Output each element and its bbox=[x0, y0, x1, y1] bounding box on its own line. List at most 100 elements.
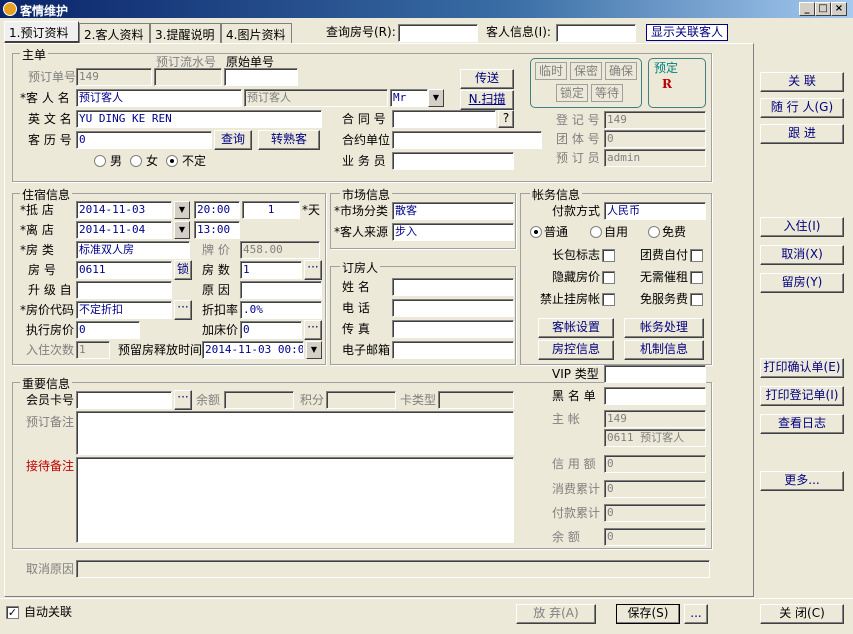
guest-account-button[interactable]: 客帐设置 bbox=[538, 318, 614, 338]
ban-posting-checkbox[interactable] bbox=[602, 293, 615, 306]
more-button[interactable]: 更多... bbox=[760, 471, 844, 491]
arrive-time-field[interactable]: 20:00 bbox=[194, 201, 240, 219]
rest-field: 0 bbox=[604, 528, 706, 546]
room-no-field[interactable]: 0611 bbox=[76, 261, 172, 279]
view-log-button[interactable]: 查看日志 bbox=[760, 414, 844, 434]
en-name-field[interactable]: YU DING KE REN bbox=[76, 110, 322, 128]
close-button[interactable]: 关 闭(C) bbox=[760, 604, 844, 624]
tab-guest[interactable]: 2.客人资料 bbox=[79, 23, 150, 43]
print-confirm-button[interactable]: 打印确认单(E) bbox=[760, 358, 844, 378]
member-more-button[interactable]: ··· bbox=[174, 390, 192, 410]
send-button[interactable]: 传送 bbox=[460, 69, 514, 89]
depart-date-dropdown-icon[interactable]: ▼ bbox=[174, 221, 190, 239]
company-field[interactable] bbox=[392, 131, 542, 149]
group-pay-checkbox[interactable] bbox=[690, 249, 703, 262]
tab-pictures[interactable]: 4.图片资料 bbox=[221, 23, 292, 43]
flag-guaranteed[interactable]: 确保 bbox=[605, 62, 637, 80]
tab-reminder[interactable]: 3.提醒说明 bbox=[150, 23, 221, 43]
tab-reservation[interactable]: 1.预订资料 bbox=[4, 21, 79, 44]
depart-date-field[interactable]: 2014-11-04 bbox=[76, 221, 172, 239]
companion-button[interactable]: 随 行 人(G) bbox=[760, 98, 844, 118]
female-radio[interactable] bbox=[130, 155, 142, 167]
rooms-more-button[interactable]: ··· bbox=[304, 260, 322, 280]
title-dropdown-icon[interactable]: ▼ bbox=[428, 89, 444, 107]
add-rate-more-button[interactable]: ··· bbox=[304, 320, 322, 340]
query-button[interactable]: 查询 bbox=[214, 130, 252, 150]
title-select[interactable]: Mr bbox=[390, 89, 428, 107]
important-group-label: 重要信息 bbox=[20, 375, 73, 392]
source-field[interactable]: 步入 bbox=[392, 223, 514, 241]
add-rate-field[interactable]: 0 bbox=[240, 321, 302, 339]
link-button[interactable]: 关 联 bbox=[760, 72, 844, 92]
guest-name-label: *客 人 名 bbox=[20, 91, 70, 105]
contract-field[interactable] bbox=[392, 110, 496, 128]
account-process-button[interactable]: 帐务处理 bbox=[624, 318, 704, 338]
booker-phone-field[interactable] bbox=[392, 299, 514, 317]
hidden-rate-checkbox[interactable] bbox=[602, 271, 615, 284]
contract-help-button[interactable]: ? bbox=[498, 110, 514, 128]
print-register-button[interactable]: 打印登记单(I) bbox=[760, 386, 844, 406]
resv-remark-field[interactable] bbox=[76, 411, 514, 455]
room-control-button[interactable]: 房控信息 bbox=[538, 340, 614, 360]
booker-fax-field[interactable] bbox=[392, 320, 514, 338]
follow-up-button[interactable]: 跟 进 bbox=[760, 124, 844, 144]
blacklist-field[interactable] bbox=[604, 387, 706, 405]
history-field[interactable]: 0 bbox=[76, 131, 212, 149]
room-query-input[interactable] bbox=[398, 24, 478, 42]
flag-locked[interactable]: 锁定 bbox=[556, 84, 588, 102]
release-dropdown-icon[interactable]: ▼ bbox=[306, 341, 322, 359]
long-stay-checkbox[interactable] bbox=[602, 249, 615, 262]
flag-waiting[interactable]: 等待 bbox=[591, 84, 623, 102]
vip-field[interactable] bbox=[604, 365, 706, 383]
release-field[interactable]: 2014-11-03 00:00 bbox=[202, 341, 304, 359]
guest-name-field[interactable]: 预订客人 bbox=[76, 89, 242, 107]
nights-field[interactable]: 1 bbox=[242, 201, 300, 219]
close-window-button[interactable]: × bbox=[831, 2, 847, 16]
cancel-button[interactable]: 取消(X) bbox=[760, 245, 844, 265]
discount-field[interactable]: .0% bbox=[240, 301, 322, 319]
save-button[interactable]: 保存(S) bbox=[616, 604, 680, 624]
rooms-field[interactable]: 1 bbox=[240, 261, 302, 279]
segment-field[interactable]: 散客 bbox=[392, 202, 514, 220]
free-radio[interactable] bbox=[648, 226, 660, 238]
self-use-radio[interactable] bbox=[590, 226, 602, 238]
no-service-checkbox[interactable] bbox=[690, 293, 703, 306]
lock-room-button[interactable]: 锁 bbox=[174, 260, 192, 280]
male-radio[interactable] bbox=[94, 155, 106, 167]
scan-button[interactable]: N.扫描 bbox=[460, 90, 514, 110]
rate-code-field[interactable]: 不定折扣 bbox=[76, 301, 172, 319]
booker-name-field[interactable] bbox=[392, 278, 514, 296]
depart-time-field[interactable]: 13:00 bbox=[194, 221, 240, 239]
auto-link-checkbox[interactable]: ✓ bbox=[6, 606, 19, 619]
guest-info-input[interactable] bbox=[556, 24, 636, 42]
sales-field[interactable] bbox=[392, 152, 514, 170]
member-field[interactable] bbox=[76, 391, 172, 409]
reason-field[interactable] bbox=[240, 281, 322, 299]
rate-code-more-button[interactable]: ··· bbox=[174, 300, 192, 320]
status-label: 预定 bbox=[654, 61, 679, 75]
room-type-field[interactable]: 标准双人房 bbox=[76, 241, 190, 259]
arrive-date-dropdown-icon[interactable]: ▼ bbox=[174, 201, 190, 219]
mechanism-button[interactable]: 机制信息 bbox=[624, 340, 704, 360]
arrive-date-field[interactable]: 2014-11-03 bbox=[76, 201, 172, 219]
maximize-button[interactable]: □ bbox=[815, 2, 831, 16]
orig-no-field[interactable] bbox=[224, 68, 298, 86]
no-charge-checkbox[interactable] bbox=[690, 271, 703, 284]
booker-phone-label: 电 话 bbox=[342, 301, 370, 315]
show-linked-button[interactable]: 显示关联客人 bbox=[646, 24, 728, 41]
reception-remark-field[interactable] bbox=[76, 457, 514, 543]
abandon-button[interactable]: 放 弃(A) bbox=[516, 604, 596, 624]
flag-confidential[interactable]: 保密 bbox=[570, 62, 602, 80]
normal-radio[interactable] bbox=[530, 226, 542, 238]
check-in-button[interactable]: 入住(I) bbox=[760, 217, 844, 237]
familiar-button[interactable]: 转熟客 bbox=[258, 130, 320, 150]
minimize-button[interactable]: _ bbox=[799, 2, 815, 16]
exec-rate-field[interactable]: 0 bbox=[76, 321, 140, 339]
pay-field[interactable]: 人民币 bbox=[604, 202, 706, 220]
flag-temporary[interactable]: 临时 bbox=[535, 62, 567, 80]
booker-email-field[interactable] bbox=[392, 341, 514, 359]
upgrade-field[interactable] bbox=[76, 281, 172, 299]
save-options-button[interactable]: ... bbox=[684, 604, 708, 624]
hold-room-button[interactable]: 留房(Y) bbox=[760, 273, 844, 293]
unknown-gender-radio[interactable] bbox=[166, 155, 178, 167]
